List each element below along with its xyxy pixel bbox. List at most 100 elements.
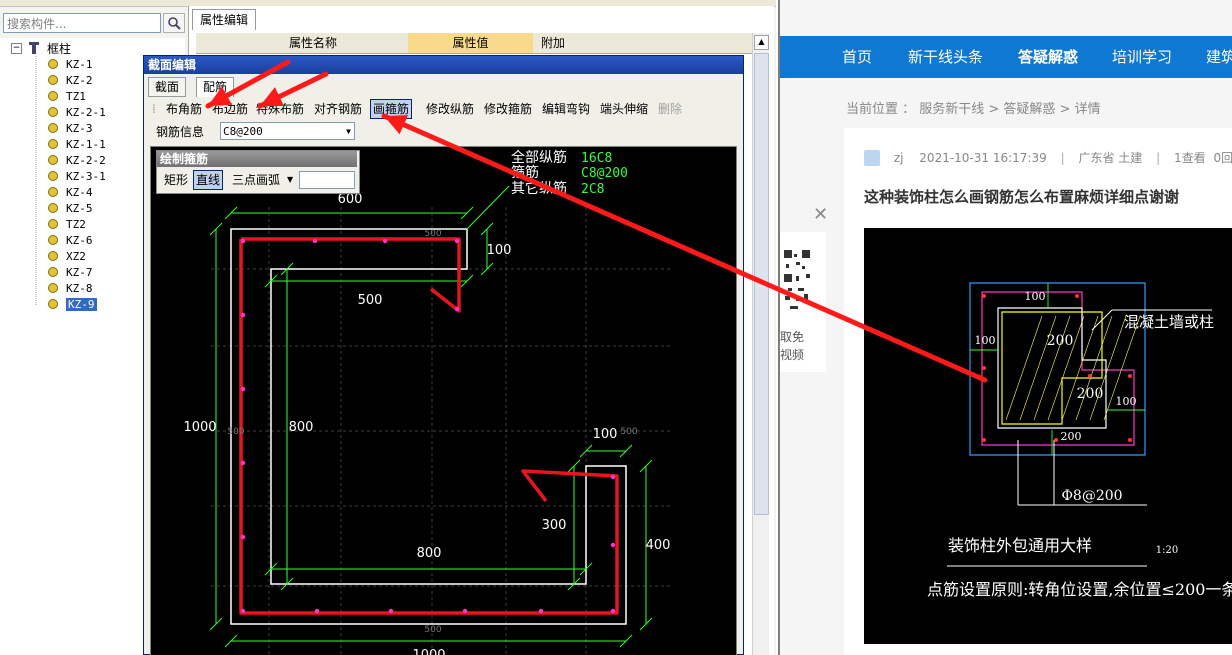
toolbar-grip[interactable]: ⁞	[150, 100, 158, 118]
breadcrumb: 当前位置 ： 服务新干线 > 答疑解惑 > 详情	[846, 102, 1101, 117]
tree-item[interactable]: TZ1	[48, 89, 86, 105]
tab-section[interactable]: 截面	[148, 77, 187, 97]
rebar-dot[interactable]	[462, 608, 468, 614]
toolbar-button[interactable]: 修改箍筋	[482, 100, 534, 118]
rebar-info-bar: 钢筋信息 C8@200 ▼	[150, 120, 737, 144]
rebar-dot[interactable]	[240, 312, 246, 318]
rebar-dot[interactable]	[610, 542, 616, 548]
toolbar-button[interactable]: 对齐钢筋	[312, 100, 364, 118]
cad-rebar-dot	[982, 366, 986, 370]
meta-time: 2021-10-31 16:17:39	[919, 151, 1047, 165]
gear-icon	[48, 235, 58, 245]
dimension-label: 800	[289, 420, 314, 435]
dimension-label: 1000	[412, 648, 445, 655]
toolbar-button[interactable]: 画箍筋	[370, 99, 413, 119]
scroll-up-icon[interactable]: ▲	[754, 35, 769, 50]
tab-property-edit[interactable]: 属性编辑	[192, 9, 256, 30]
mode-arc-button[interactable]: 三点画弧	[232, 171, 280, 189]
tree-item-label: KZ-1	[66, 58, 93, 71]
column-header-extra: 附加	[540, 36, 565, 50]
tree-item[interactable]: KZ-5	[48, 201, 93, 217]
tree-item[interactable]: KZ-2	[48, 73, 93, 89]
rebar-dot[interactable]	[538, 608, 544, 614]
nav-item[interactable]: 建筑	[1206, 36, 1232, 78]
search-button[interactable]	[163, 13, 185, 33]
rebar-dot[interactable]	[240, 534, 246, 540]
nav-item[interactable]: 答疑解惑	[1018, 36, 1078, 78]
tree-item[interactable]: KZ-2-2	[48, 153, 106, 169]
toolbar-button[interactable]: 修改纵筋	[424, 100, 476, 118]
toolbar-button[interactable]: 端头伸缩	[598, 100, 650, 118]
search-input[interactable]: 搜索构件...	[3, 13, 161, 33]
rebar-dot[interactable]	[240, 608, 246, 614]
column-header-name: 属性名称	[288, 36, 337, 50]
draw-panel-title[interactable]: 绘制箍筋	[157, 151, 357, 167]
tree-item[interactable]: KZ-1	[48, 57, 93, 73]
tree-item[interactable]: KZ-1-1	[48, 137, 106, 153]
rebar-dot[interactable]	[454, 238, 460, 244]
faint-dimension-label: 500	[227, 427, 244, 437]
chevron-down-icon[interactable]: ▼	[346, 123, 351, 141]
qr-caption-line1: 取免	[780, 330, 805, 344]
rebar-dot[interactable]	[388, 608, 394, 614]
legend-value: 2C8	[581, 182, 604, 197]
meta-user[interactable]: zj	[894, 151, 904, 165]
tree-item[interactable]: KZ-9	[48, 297, 97, 313]
cad-wall-label: 混凝土墙或柱	[1124, 313, 1214, 331]
hatch-line	[1019, 315, 1057, 421]
cad-application-window: 搜索构件... − 框柱 KZ-1 KZ-2 TZ1 KZ-2-1 KZ-3 KZ-1-1…	[0, 0, 776, 655]
tree-item[interactable]: KZ-7	[48, 265, 93, 281]
toolbar-button[interactable]: 布角筋	[164, 100, 204, 118]
property-scrollbar[interactable]: ▲	[752, 33, 769, 655]
gear-icon	[48, 139, 58, 149]
dialog-title[interactable]: 截面编辑	[144, 56, 743, 74]
nav-item[interactable]: 新干线头条	[908, 36, 983, 78]
mode-value-combo[interactable]	[299, 171, 355, 189]
rebar-dot[interactable]	[610, 608, 616, 614]
toolbar-button[interactable]: 特殊布筋	[254, 100, 306, 118]
tree-item-label: KZ-4	[66, 186, 93, 199]
tree-item[interactable]: KZ-8	[48, 281, 93, 297]
tree-item-label: TZ2	[66, 218, 86, 231]
drawing-canvas[interactable]: 6001005001000800100300800400100050050050…	[150, 146, 737, 655]
tree-item[interactable]: TZ2	[48, 217, 86, 233]
tree-item[interactable]: KZ-3	[48, 121, 93, 137]
nav-item[interactable]: 首页	[842, 36, 872, 78]
nav-item[interactable]: 培训学习	[1112, 36, 1172, 78]
toolbar-button[interactable]: 编辑弯钩	[540, 100, 592, 118]
cad-dim-label: 100	[975, 334, 996, 347]
close-icon[interactable]: ✕	[813, 204, 828, 225]
rebar-dot[interactable]	[610, 474, 616, 480]
mode-rectangle-button[interactable]: 矩形	[164, 171, 188, 189]
rebar-dot[interactable]	[382, 238, 388, 244]
tree-item[interactable]: XZ2	[48, 249, 86, 265]
tree-item[interactable]: KZ-2-1	[48, 105, 106, 121]
rebar-dot[interactable]	[454, 306, 460, 312]
avatar[interactable]	[864, 150, 880, 166]
tree-item[interactable]: KZ-3-1	[48, 169, 106, 185]
rebar-dot[interactable]	[314, 608, 320, 614]
cad-dim-label: 200	[1047, 333, 1074, 349]
toolbar-button[interactable]: 删除	[656, 100, 684, 118]
rebar-dot[interactable]	[240, 386, 246, 392]
tab-rebar[interactable]: 配筋	[196, 77, 235, 97]
question-image[interactable]: 混凝土墙或柱 100 100 100 200 200 200 Φ8@200 装饰柱外包通用大样 1…	[864, 228, 1232, 644]
tree-item[interactable]: KZ-6	[48, 233, 93, 249]
rebar-info-value: C8@200	[223, 125, 263, 138]
tree-root-label[interactable]: 框柱	[47, 40, 71, 57]
gear-icon	[48, 283, 58, 293]
legend-label: 箍筋	[511, 164, 539, 181]
scroll-thumb[interactable]	[754, 53, 769, 515]
tree-collapse-toggle[interactable]: −	[11, 43, 22, 54]
toolbar-button[interactable]: 布边筋	[210, 100, 250, 118]
rebar-dot[interactable]	[240, 460, 246, 466]
rebar-dot[interactable]	[312, 238, 318, 244]
mode-dropdown-icon[interactable]: ▼	[287, 171, 293, 189]
rebar-dot[interactable]	[240, 238, 246, 244]
column-header-value: 属性值	[408, 33, 533, 53]
tree-item[interactable]: KZ-4	[48, 185, 93, 201]
mode-line-button[interactable]: 直线	[193, 170, 224, 190]
tree-item-label: TZ1	[66, 90, 86, 103]
rebar-info-input[interactable]: C8@200 ▼	[220, 122, 355, 140]
cad-rebar-dot	[1088, 374, 1092, 378]
